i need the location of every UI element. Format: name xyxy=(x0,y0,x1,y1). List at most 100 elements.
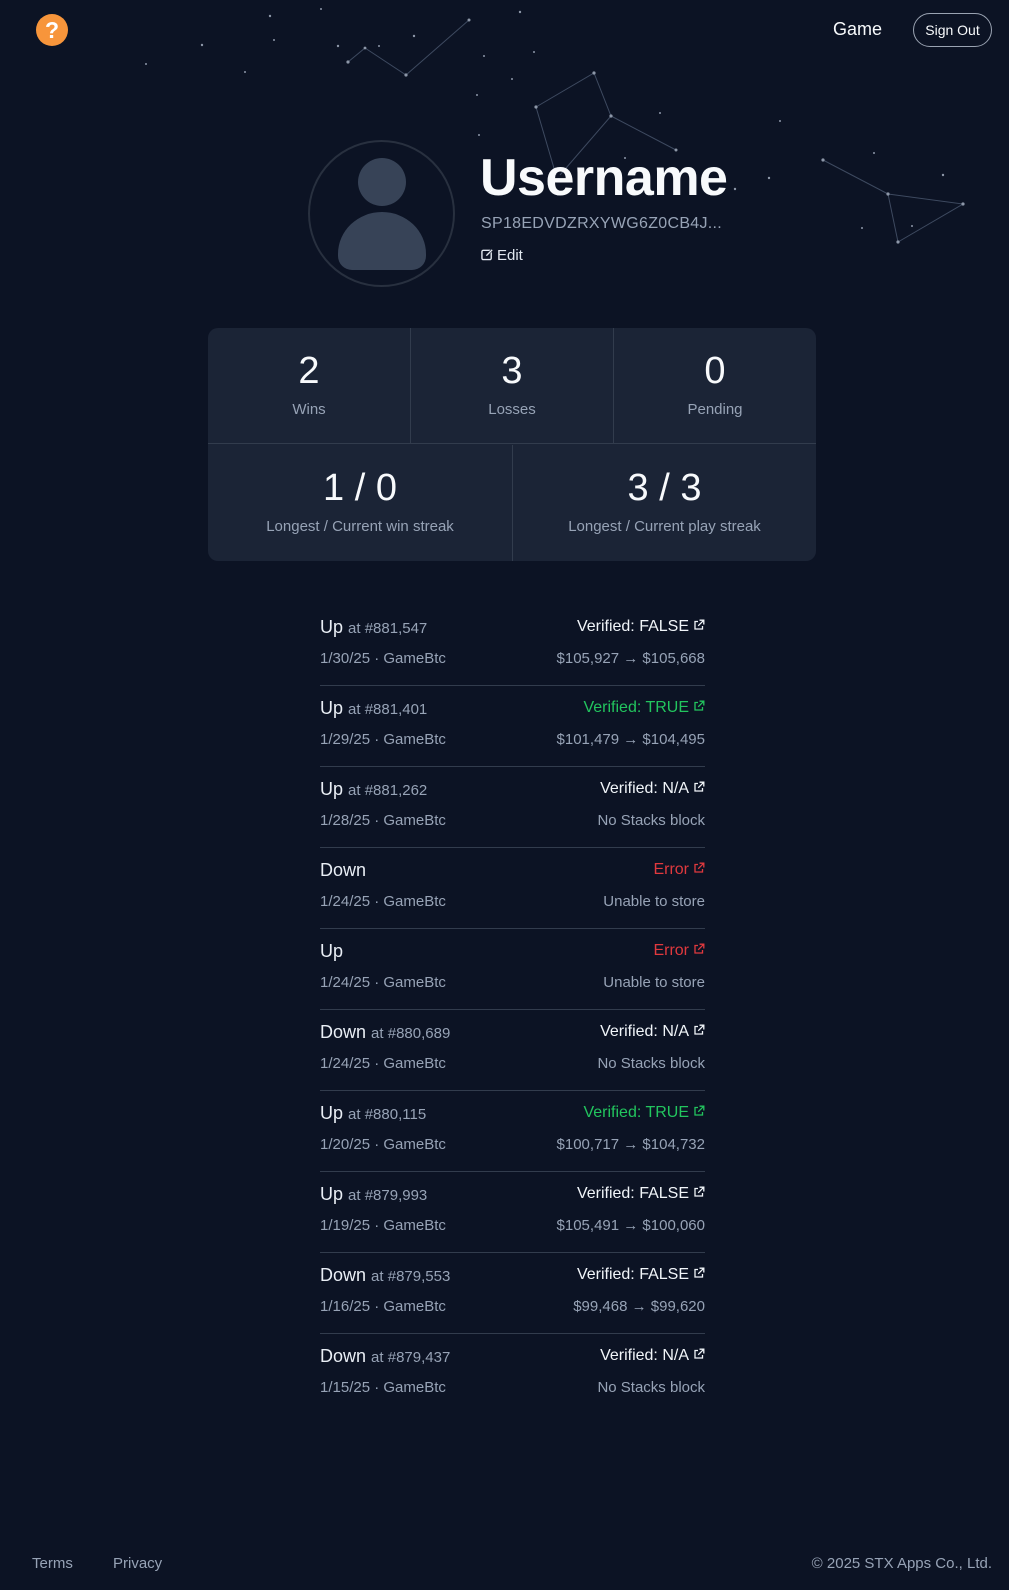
game-verification-link[interactable]: Verified: FALSE xyxy=(577,1185,705,1203)
game-date: 1/24/25 · GameBtc xyxy=(320,1055,446,1072)
game-row: Down 1/24/25 · GameBtc Error Unable to stor… xyxy=(320,848,705,929)
game-block: at #880,115 xyxy=(348,1106,427,1123)
game-direction-label: Up xyxy=(320,941,344,961)
avatar[interactable] xyxy=(308,140,455,287)
sign-out-button[interactable]: Sign Out xyxy=(913,13,992,47)
game-date: 1/30/25 · GameBtc xyxy=(320,650,446,667)
game-verification-link[interactable]: Verified: FALSE xyxy=(577,618,705,636)
game-detail: $99,468 → $99,620 xyxy=(573,1298,705,1315)
win-streak-label: Longest / Current win streak xyxy=(266,518,454,535)
stats-row-streaks: 1 / 0 Longest / Current win streak 3 / 3… xyxy=(208,445,816,561)
external-link-icon xyxy=(694,943,705,954)
game-status-label: Verified: TRUE xyxy=(583,1104,689,1121)
external-link-icon xyxy=(694,619,705,630)
external-link-icon xyxy=(694,1186,705,1197)
game-date: 1/16/25 · GameBtc xyxy=(320,1298,446,1315)
game-date: 1/19/25 · GameBtc xyxy=(320,1217,446,1234)
terms-link[interactable]: Terms xyxy=(32,1555,73,1572)
pending-label: Pending xyxy=(687,401,743,418)
game-block: at #879,993 xyxy=(348,1187,428,1204)
stats-row-results: 2 Wins 3 Losses 0 Pending xyxy=(208,328,816,444)
game-row: Up at #880,115 1/20/25 · GameBtc Verified:… xyxy=(320,1091,705,1172)
game-direction-label: Up xyxy=(320,617,344,637)
play-streak-value: 3 / 3 xyxy=(627,467,702,509)
play-streak-label: Longest / Current play streak xyxy=(568,518,761,535)
external-link-icon xyxy=(694,1348,705,1359)
game-direction-label: Down xyxy=(320,1346,367,1366)
logo-icon[interactable]: ? xyxy=(36,14,68,46)
wallet-address: SP18EDVDZRXYWG6Z0CB4J... xyxy=(481,215,723,232)
game-date: 1/28/25 · GameBtc xyxy=(320,812,446,829)
game-detail: Unable to store xyxy=(603,974,705,991)
stat-pending: 0 Pending xyxy=(614,328,816,444)
game-verification-link[interactable]: Verified: TRUE xyxy=(583,699,705,717)
game-direction-label: Up xyxy=(320,698,344,718)
game-row: Up at #881,401 1/29/25 · GameBtc Verified:… xyxy=(320,686,705,767)
stat-win-streak: 1 / 0 Longest / Current win streak xyxy=(208,445,512,561)
stat-play-streak: 3 / 3 Longest / Current play streak xyxy=(513,445,816,561)
game-verification-link[interactable]: Verified: TRUE xyxy=(583,1104,705,1122)
edit-icon xyxy=(481,248,494,261)
game-date: 1/24/25 · GameBtc xyxy=(320,893,446,910)
edit-label: Edit xyxy=(497,247,523,264)
game-direction: Down at #879,553 xyxy=(320,1265,450,1286)
game-history-list: Up at #881,547 1/30/25 · GameBtc Verified:… xyxy=(320,605,705,1415)
pending-value: 0 xyxy=(704,350,726,392)
game-direction: Up at #880,115 xyxy=(320,1103,426,1124)
nav-game-link[interactable]: Game xyxy=(833,19,882,40)
game-date: 1/15/25 · GameBtc xyxy=(320,1379,446,1396)
game-direction: Up xyxy=(320,941,343,962)
game-direction-label: Up xyxy=(320,1184,344,1204)
game-verification-link[interactable]: Verified: N/A xyxy=(600,1023,705,1041)
wins-value: 2 xyxy=(298,350,320,392)
game-direction: Up at #881,262 xyxy=(320,779,427,800)
game-detail: No Stacks block xyxy=(597,1379,705,1396)
external-link-icon xyxy=(694,862,705,873)
external-link-icon xyxy=(694,1267,705,1278)
losses-value: 3 xyxy=(501,350,523,392)
game-date: 1/20/25 · GameBtc xyxy=(320,1136,446,1153)
game-row: Down at #880,689 1/24/25 · GameBtc Verifie… xyxy=(320,1010,705,1091)
game-direction: Up at #879,993 xyxy=(320,1184,427,1205)
avatar-body-shape xyxy=(338,212,426,270)
game-detail: $105,491 → $100,060 xyxy=(556,1217,705,1234)
game-block: at #880,689 xyxy=(371,1025,451,1042)
game-row: Down at #879,553 1/16/25 · GameBtc Verifie… xyxy=(320,1253,705,1334)
external-link-icon xyxy=(694,1024,705,1035)
external-link-icon xyxy=(694,781,705,792)
privacy-link[interactable]: Privacy xyxy=(113,1555,162,1572)
game-status-label: Verified: N/A xyxy=(600,780,689,797)
external-link-icon xyxy=(694,1105,705,1116)
game-verification-link[interactable]: Error xyxy=(653,861,705,879)
game-direction-label: Down xyxy=(320,1265,367,1285)
stat-wins: 2 Wins xyxy=(208,328,410,444)
copyright-text: © 2025 STX Apps Co., Ltd. xyxy=(811,1555,992,1572)
game-verification-link[interactable]: Verified: N/A xyxy=(600,1347,705,1365)
game-block: at #881,547 xyxy=(348,620,428,637)
game-direction-label: Down xyxy=(320,860,367,880)
game-status-label: Verified: FALSE xyxy=(576,1266,689,1283)
game-date: 1/29/25 · GameBtc xyxy=(320,731,446,748)
username-title: Username xyxy=(480,149,728,207)
game-block: at #881,401 xyxy=(348,701,428,718)
losses-label: Losses xyxy=(488,401,536,418)
game-direction: Up at #881,401 xyxy=(320,698,427,719)
game-detail: $101,479 → $104,495 xyxy=(556,731,705,748)
footer: Terms Privacy © 2025 STX Apps Co., Ltd. xyxy=(0,1555,1009,1579)
game-status-label: Verified: FALSE xyxy=(576,1185,689,1202)
edit-profile-button[interactable]: Edit xyxy=(481,247,523,264)
game-verification-link[interactable]: Error xyxy=(653,942,705,960)
game-detail: $100,717 → $104,732 xyxy=(556,1136,705,1153)
game-row: Up at #881,547 1/30/25 · GameBtc Verified:… xyxy=(320,605,705,686)
game-row: Up at #879,993 1/19/25 · GameBtc Verified:… xyxy=(320,1172,705,1253)
game-status-label: Error xyxy=(653,942,689,959)
game-detail: No Stacks block xyxy=(597,1055,705,1072)
game-status-label: Error xyxy=(653,861,689,878)
game-detail: No Stacks block xyxy=(597,812,705,829)
game-verification-link[interactable]: Verified: N/A xyxy=(600,780,705,798)
game-verification-link[interactable]: Verified: FALSE xyxy=(577,1266,705,1284)
game-direction: Down at #880,689 xyxy=(320,1022,450,1043)
game-status-label: Verified: N/A xyxy=(600,1347,689,1364)
top-header: ? Game Sign Out xyxy=(0,0,1009,60)
game-status-label: Verified: N/A xyxy=(600,1023,689,1040)
